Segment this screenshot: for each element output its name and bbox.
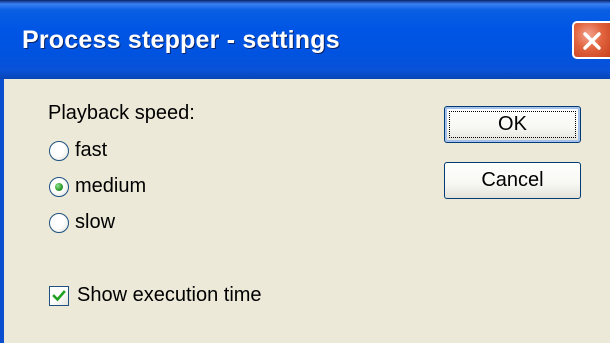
cancel-button[interactable]: Cancel <box>444 162 581 199</box>
title-bar[interactable]: Process stepper - settings <box>0 0 610 79</box>
ok-button[interactable]: OK <box>444 106 581 143</box>
radio-label: medium <box>75 175 147 197</box>
cancel-button-label: Cancel <box>481 169 544 191</box>
radio-label: fast <box>75 139 108 161</box>
close-button[interactable] <box>572 21 610 59</box>
show-execution-time-checkbox[interactable] <box>49 286 69 306</box>
checkmark-icon <box>52 290 66 302</box>
dialog-body: Playback speed: fast medium slow Show ex… <box>0 79 610 343</box>
radio-label: slow <box>75 211 116 233</box>
close-icon <box>583 32 601 50</box>
radio-button[interactable] <box>49 213 69 233</box>
window-title: Process stepper - settings <box>22 26 340 54</box>
radio-button[interactable] <box>49 141 69 161</box>
playback-speed-label: Playback speed: <box>48 102 195 124</box>
show-execution-time-label: Show execution time <box>77 284 262 306</box>
settings-dialog: Process stepper - settings Playback spee… <box>0 0 610 343</box>
radio-button[interactable] <box>49 177 69 197</box>
ok-button-label: OK <box>498 113 527 135</box>
